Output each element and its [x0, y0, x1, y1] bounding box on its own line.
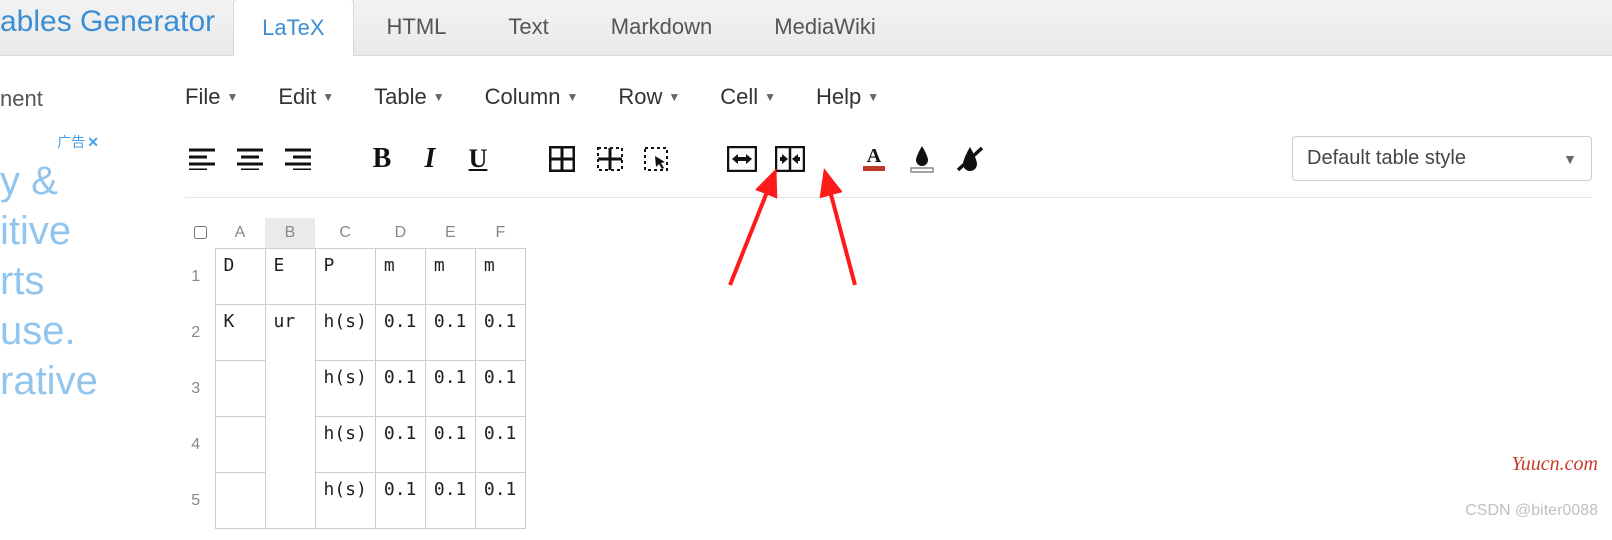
tab-latex[interactable]: LaTeX — [233, 0, 353, 56]
chevron-down-icon: ▼ — [764, 90, 776, 104]
align-right-icon[interactable] — [281, 142, 315, 176]
table-cell[interactable]: 0.1 — [375, 305, 425, 361]
table-cell[interactable]: ur — [265, 305, 315, 529]
table-cell[interactable] — [215, 417, 265, 473]
table-cell[interactable]: 0.1 — [425, 361, 475, 417]
menu-help[interactable]: Help▼ — [816, 84, 879, 110]
menu-edit[interactable]: Edit▼ — [278, 84, 334, 110]
menubar: File▼ Edit▼ Table▼ Column▼ Row▼ Cell▼ He… — [185, 84, 1592, 110]
column-header[interactable]: E — [425, 218, 475, 249]
column-header[interactable]: F — [475, 218, 525, 249]
table-cell[interactable]: 0.1 — [375, 417, 425, 473]
chevron-down-icon: ▼ — [226, 90, 238, 104]
tab-text[interactable]: Text — [479, 0, 577, 55]
select-cell-icon[interactable] — [641, 142, 675, 176]
row-header[interactable]: 1 — [185, 249, 215, 305]
table-editor[interactable]: ABCDEF1DEPmmm2Kurh(s)0.10.10.13h(s)0.10.… — [185, 218, 526, 529]
ad-ghost-text: y & itive rts use. rative — [0, 132, 105, 406]
align-left-icon[interactable] — [185, 142, 219, 176]
table-cell[interactable]: m — [425, 249, 475, 305]
table-cell[interactable]: K — [215, 305, 265, 361]
borders-dashed-icon[interactable] — [593, 142, 627, 176]
chevron-down-icon: ▼ — [433, 90, 445, 104]
split-cells-icon[interactable] — [773, 142, 807, 176]
table-style-select[interactable]: Default table style ▼ — [1292, 136, 1592, 181]
truncated-label: nent — [0, 86, 105, 112]
clear-format-icon[interactable] — [953, 142, 987, 176]
table-cell[interactable]: E — [265, 249, 315, 305]
chevron-down-icon: ▼ — [1563, 151, 1577, 167]
table-cell[interactable]: 0.1 — [425, 417, 475, 473]
row-header[interactable]: 5 — [185, 473, 215, 529]
table-cell[interactable]: m — [375, 249, 425, 305]
underline-icon[interactable]: U — [461, 142, 495, 176]
select-all-checkbox[interactable] — [194, 226, 207, 239]
table-cell[interactable]: 0.1 — [475, 473, 525, 529]
table-cell[interactable]: 0.1 — [425, 473, 475, 529]
menu-row[interactable]: Row▼ — [618, 84, 680, 110]
table-cell[interactable]: 0.1 — [425, 305, 475, 361]
align-center-icon[interactable] — [233, 142, 267, 176]
table-cell[interactable]: h(s) — [315, 305, 375, 361]
borders-all-icon[interactable] — [545, 142, 579, 176]
menu-column[interactable]: Column▼ — [485, 84, 579, 110]
table-cell[interactable]: m — [475, 249, 525, 305]
tab-mediawiki[interactable]: MediaWiki — [745, 0, 904, 55]
table-style-value: Default table style — [1307, 147, 1466, 170]
table-cell[interactable]: P — [315, 249, 375, 305]
row-header[interactable]: 2 — [185, 305, 215, 361]
brand-title: ables Generator — [0, 5, 233, 51]
toolbar: B I U A Default table style ▼ — [185, 136, 1592, 198]
ad-panel: 广告✕ y & itive rts use. rative — [0, 132, 105, 532]
column-header[interactable]: C — [315, 218, 375, 249]
watermark-site: Yuucn.com — [1512, 453, 1598, 476]
fill-color-icon[interactable] — [905, 142, 939, 176]
column-header[interactable]: A — [215, 218, 265, 249]
svg-text:A: A — [867, 145, 882, 167]
chevron-down-icon: ▼ — [867, 90, 879, 104]
column-header[interactable]: B — [265, 218, 315, 249]
top-tabs: ables Generator LaTeX HTML Text Markdown… — [0, 0, 1612, 56]
chevron-down-icon: ▼ — [322, 90, 334, 104]
tab-markdown[interactable]: Markdown — [582, 0, 741, 55]
menu-file[interactable]: File▼ — [185, 84, 238, 110]
tab-html[interactable]: HTML — [358, 0, 476, 55]
table-cell[interactable]: 0.1 — [375, 473, 425, 529]
chevron-down-icon: ▼ — [668, 90, 680, 104]
merge-cells-icon[interactable] — [725, 142, 759, 176]
menu-table[interactable]: Table▼ — [374, 84, 444, 110]
chevron-down-icon: ▼ — [566, 90, 578, 104]
column-header[interactable]: D — [375, 218, 425, 249]
left-sidebar: nent 广告✕ y & itive rts use. rative — [0, 56, 105, 540]
table-cell[interactable]: 0.1 — [475, 361, 525, 417]
table-cell[interactable]: h(s) — [315, 473, 375, 529]
row-header[interactable]: 4 — [185, 417, 215, 473]
table-cell[interactable]: h(s) — [315, 361, 375, 417]
table-cell[interactable]: 0.1 — [375, 361, 425, 417]
italic-icon[interactable]: I — [413, 142, 447, 176]
table-cell[interactable]: D — [215, 249, 265, 305]
table-cell[interactable] — [215, 473, 265, 529]
table-cell[interactable]: 0.1 — [475, 417, 525, 473]
menu-cell[interactable]: Cell▼ — [720, 84, 776, 110]
text-color-icon[interactable]: A — [857, 142, 891, 176]
table-cell[interactable]: h(s) — [315, 417, 375, 473]
table-cell[interactable]: 0.1 — [475, 305, 525, 361]
watermark-author: CSDN @biter0088 — [1465, 502, 1598, 520]
bold-icon[interactable]: B — [365, 142, 399, 176]
row-header[interactable]: 3 — [185, 361, 215, 417]
table-cell[interactable] — [215, 361, 265, 417]
